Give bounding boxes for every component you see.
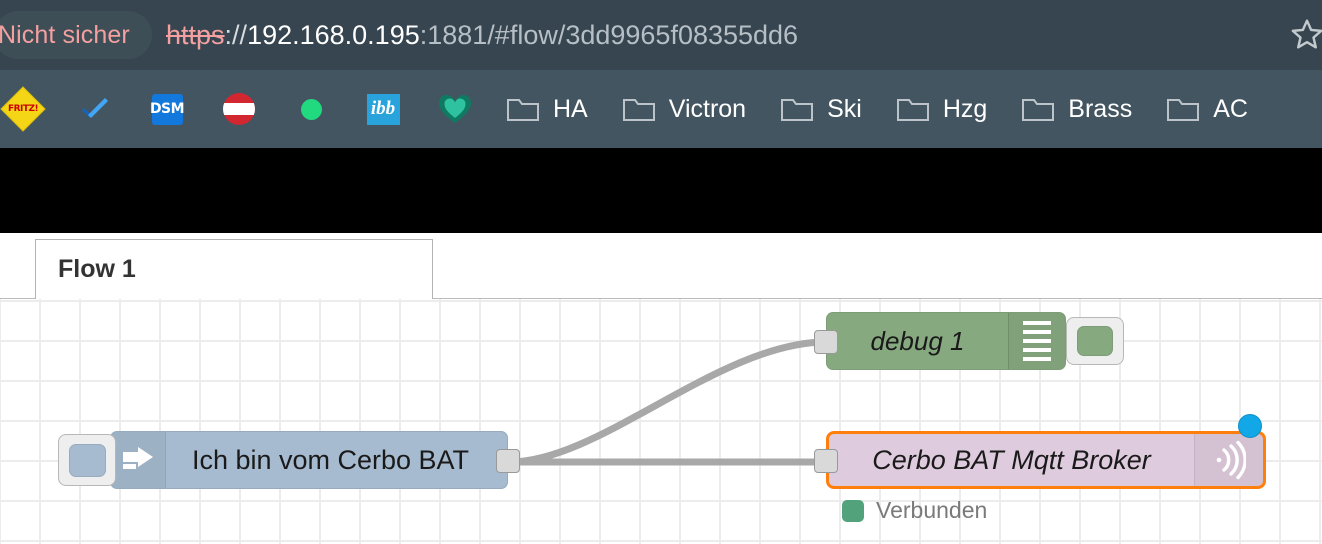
tab-flow-1[interactable]: Flow 1: [35, 239, 433, 299]
folder-icon: [506, 92, 540, 126]
node-mqtt-input-port[interactable]: [814, 449, 838, 473]
bookmark-folder-label: Victron: [668, 94, 747, 123]
dsm-icon: DSM: [150, 92, 185, 126]
blue-checkmark-icon: [78, 92, 112, 126]
bookmark-folder-label: Ski: [827, 94, 862, 123]
bookmark-heart[interactable]: [438, 70, 472, 148]
url-separator: ://: [224, 19, 248, 50]
node-mqtt-label: Cerbo BAT Mqtt Broker: [872, 444, 1151, 475]
austria-flag-icon: [222, 92, 256, 126]
node-inject-label: Ich bin vom Cerbo BAT: [191, 444, 470, 475]
inject-arrow-icon: [111, 432, 166, 488]
green-dot-icon: [294, 92, 328, 126]
node-mqtt-out[interactable]: Cerbo BAT Mqtt Broker: [826, 431, 1266, 489]
wire-inject-to-debug: [506, 338, 830, 466]
tab-flow-1-label: Flow 1: [58, 255, 136, 283]
security-status-label: Nicht sicher: [0, 20, 130, 49]
debug-enable-toggle[interactable]: [1066, 317, 1124, 365]
teal-heart-icon: [438, 92, 472, 126]
node-debug-label: debug 1: [870, 325, 965, 356]
browser-toolbar: Nicht sicher https://192.168.0.195:1881/…: [0, 0, 1322, 70]
node-debug[interactable]: debug 1: [826, 312, 1066, 370]
page-black-band: [0, 148, 1322, 233]
bookmark-ibb[interactable]: ibb: [366, 70, 400, 148]
bookmark-folder-label: Brass: [1068, 94, 1133, 123]
bookmark-folder-brass[interactable]: Brass: [1021, 70, 1132, 148]
url-scheme: https: [166, 19, 225, 50]
debug-lines-icon: [1008, 313, 1065, 369]
bookmark-folder-ski[interactable]: Ski: [780, 70, 862, 148]
bookmark-folder-hzg[interactable]: Hzg: [896, 70, 987, 148]
inject-trigger-button[interactable]: [58, 434, 116, 486]
bookmarks-bar: FRITZ! DSM ibb HA Victron Ski Hzg Brass …: [0, 70, 1322, 148]
mqtt-antenna-icon: [1194, 434, 1263, 486]
node-mqtt-status: Verbunden: [842, 497, 987, 524]
folder-icon: [780, 92, 814, 126]
bookmark-star-icon[interactable]: [1290, 14, 1322, 54]
folder-icon: [622, 92, 656, 126]
security-status-badge[interactable]: Nicht sicher: [0, 11, 152, 59]
bookmark-fritz[interactable]: FRITZ!: [0, 70, 46, 148]
url-host: 192.168.0.195: [247, 19, 420, 50]
status-dot-icon: [842, 499, 864, 522]
fritzbox-icon: FRITZ!: [0, 86, 46, 132]
bookmark-folder-label: AC: [1213, 94, 1248, 123]
bookmark-folder-label: Hzg: [942, 94, 988, 123]
bookmark-checkmark[interactable]: [78, 70, 112, 148]
ibb-icon-text: ibb: [366, 93, 400, 125]
bookmark-austria[interactable]: [222, 70, 256, 148]
bookmark-folder-ha[interactable]: HA: [506, 70, 588, 148]
bookmark-folder-label: HA: [553, 94, 588, 123]
folder-icon: [1021, 92, 1055, 126]
fritzbox-icon-text: FRITZ!: [7, 104, 39, 115]
bookmark-dsm[interactable]: DSM: [150, 70, 185, 148]
bookmark-folder-victron[interactable]: Victron: [622, 70, 746, 148]
node-mqtt-status-label: Verbunden: [876, 497, 988, 523]
blue-changed-dot: [1238, 414, 1262, 438]
node-inject[interactable]: Ich bin vom Cerbo BAT: [110, 431, 508, 489]
folder-icon: [896, 92, 930, 126]
url-path: :1881/#flow/3dd9965f08355dd6: [419, 19, 799, 50]
ibb-icon: ibb: [366, 92, 400, 126]
address-bar[interactable]: https://192.168.0.195:1881/#flow/3dd9965…: [166, 20, 798, 51]
flow-canvas[interactable]: debug 1 Ich bin vom Cerbo BAT Cerbo BAT …: [0, 299, 1322, 544]
browser-window: Nicht sicher https://192.168.0.195:1881/…: [0, 0, 1322, 544]
node-debug-input-port[interactable]: [814, 330, 838, 354]
bookmark-green-dot[interactable]: [294, 70, 328, 148]
folder-icon: [1166, 92, 1200, 126]
bookmark-folder-ac[interactable]: AC: [1166, 70, 1248, 148]
node-inject-output-port[interactable]: [496, 449, 520, 473]
flow-tab-bar: Flow 1: [0, 233, 1322, 299]
dsm-icon-text: DSM: [150, 93, 185, 125]
